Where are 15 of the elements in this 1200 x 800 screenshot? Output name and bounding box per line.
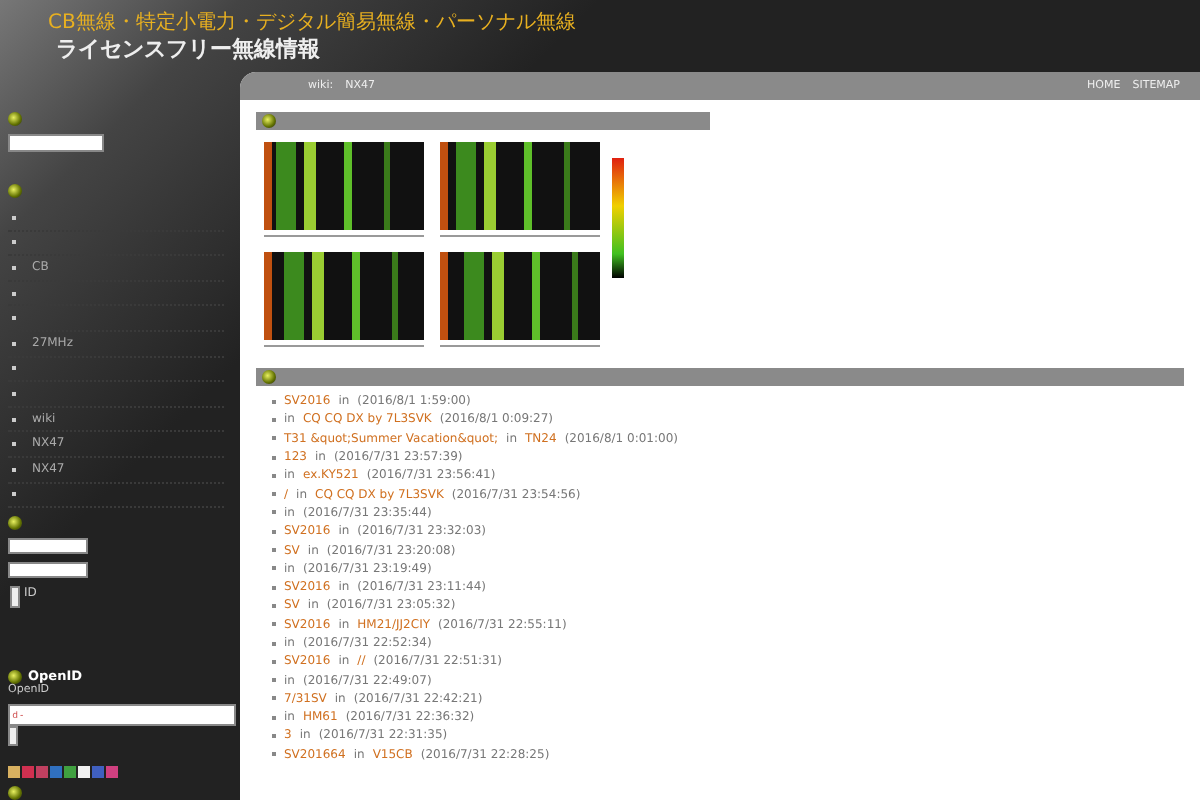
login-button[interactable] bbox=[8, 725, 18, 747]
password-field[interactable] bbox=[8, 561, 88, 578]
bullet-icon bbox=[8, 184, 22, 198]
bullet-icon bbox=[8, 112, 22, 126]
bullet-icon bbox=[262, 370, 276, 384]
bullet-icon bbox=[8, 786, 22, 800]
site-tagline: CB無線・特定小電力・デジタル簡易無線・パーソナル無線 bbox=[48, 12, 578, 36]
bullet-icon bbox=[8, 669, 22, 684]
bullet-icon bbox=[8, 516, 22, 530]
remember-checkbox[interactable] bbox=[10, 585, 20, 608]
bullet-icon bbox=[262, 114, 276, 128]
color-scale-drawing bbox=[612, 158, 624, 278]
site-title: ライセンスフリー無線情報 bbox=[56, 36, 322, 64]
username-field[interactable] bbox=[8, 537, 88, 554]
search-field[interactable] bbox=[8, 133, 104, 153]
